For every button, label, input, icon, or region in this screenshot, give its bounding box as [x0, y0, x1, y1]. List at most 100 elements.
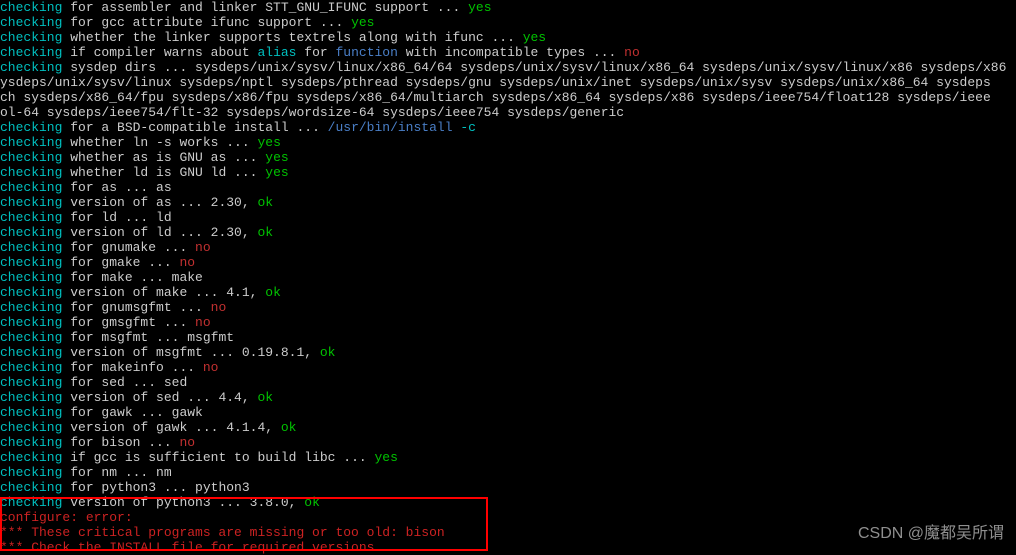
terminal-segment: version of sed ... 4.4, [62, 390, 257, 405]
terminal-segment: no [203, 360, 219, 375]
terminal-segment: checking [0, 135, 62, 150]
terminal-line: checking version of sed ... 4.4, ok [0, 390, 1016, 405]
terminal-segment: whether as is GNU as ... [62, 150, 265, 165]
terminal-output: checking for assembler and linker STT_GN… [0, 0, 1016, 555]
terminal-segment: checking [0, 300, 62, 315]
terminal-segment: for assembler and linker STT_GNU_IFUNC s… [62, 0, 468, 15]
terminal-segment: yes [523, 30, 546, 45]
terminal-line: ol-64 sysdeps/ieee754/flt-32 sysdeps/wor… [0, 105, 1016, 120]
terminal-segment: for gcc attribute ifunc support ... [62, 15, 351, 30]
terminal-segment: version of make ... 4.1, [62, 285, 265, 300]
terminal-segment: checking [0, 435, 62, 450]
terminal-line: checking for as ... as [0, 180, 1016, 195]
terminal-segment: checking [0, 495, 62, 510]
terminal-segment: for nm ... nm [62, 465, 171, 480]
terminal-line: checking for makeinfo ... no [0, 360, 1016, 375]
terminal-segment: version of python3 ... 3.8.0, [62, 495, 304, 510]
terminal-segment: whether ln -s works ... [62, 135, 257, 150]
terminal-segment: version of ld ... 2.30, [62, 225, 257, 240]
terminal-line: checking for msgfmt ... msgfmt [0, 330, 1016, 345]
terminal-segment: checking [0, 390, 62, 405]
terminal-line: checking for gnumsgfmt ... no [0, 300, 1016, 315]
terminal-segment: checking [0, 450, 62, 465]
terminal-segment: checking [0, 15, 62, 30]
terminal-segment: no [179, 435, 195, 450]
terminal-line: checking for python3 ... python3 [0, 480, 1016, 495]
terminal-segment: *** Check the INSTALL file for required … [0, 540, 382, 555]
terminal-segment: configure: error: [0, 510, 133, 525]
terminal-line: checking for assembler and linker STT_GN… [0, 0, 1016, 15]
terminal-line: checking version of as ... 2.30, ok [0, 195, 1016, 210]
terminal-segment: for gnumsgfmt ... [62, 300, 210, 315]
terminal-segment: ok [257, 390, 273, 405]
terminal-segment: ok [304, 495, 320, 510]
terminal-line: checking version of make ... 4.1, ok [0, 285, 1016, 300]
terminal-segment: checking [0, 150, 62, 165]
terminal-line: *** Check the INSTALL file for required … [0, 540, 1016, 555]
terminal-segment: for gawk ... gawk [62, 405, 202, 420]
terminal-segment: checking [0, 315, 62, 330]
terminal-line: checking version of python3 ... 3.8.0, o… [0, 495, 1016, 510]
terminal-segment: yes [468, 0, 491, 15]
terminal-segment: *** These critical programs are missing … [0, 525, 445, 540]
terminal-segment: for sed ... sed [62, 375, 187, 390]
terminal-segment: checking [0, 210, 62, 225]
terminal-segment: ok [320, 345, 336, 360]
terminal-segment: checking [0, 240, 62, 255]
terminal-segment: checking [0, 120, 62, 135]
terminal-line: checking whether ld is GNU ld ... yes [0, 165, 1016, 180]
terminal-segment: yes [257, 135, 280, 150]
terminal-segment: /usr/bin/install [328, 120, 453, 135]
terminal-segment: checking [0, 405, 62, 420]
terminal-segment: for gnumake ... [62, 240, 195, 255]
terminal-segment: no [195, 315, 211, 330]
terminal-segment: whether ld is GNU ld ... [62, 165, 265, 180]
terminal-segment: for ld ... ld [62, 210, 171, 225]
terminal-segment: checking [0, 45, 62, 60]
terminal-line: checking for ld ... ld [0, 210, 1016, 225]
terminal-segment: yes [265, 165, 288, 180]
terminal-line: ch sysdeps/x86_64/fpu sysdeps/x86/fpu sy… [0, 90, 1016, 105]
terminal-segment: no [211, 300, 227, 315]
terminal-segment: version of msgfmt ... 0.19.8.1, [62, 345, 319, 360]
terminal-segment: checking [0, 255, 62, 270]
terminal-line: *** These critical programs are missing … [0, 525, 1016, 540]
terminal-segment: whether the linker supports textrels alo… [62, 30, 522, 45]
terminal-line: checking for make ... make [0, 270, 1016, 285]
terminal-segment: checking [0, 360, 62, 375]
terminal-line: checking for sed ... sed [0, 375, 1016, 390]
terminal-line: ysdeps/unix/sysv/linux sysdeps/nptl sysd… [0, 75, 1016, 90]
terminal-line: checking whether the linker supports tex… [0, 30, 1016, 45]
terminal-segment: if compiler warns about [62, 45, 257, 60]
terminal-line: checking version of ld ... 2.30, ok [0, 225, 1016, 240]
terminal-segment: checking [0, 225, 62, 240]
terminal-segment: function [336, 45, 398, 60]
terminal-segment: for makeinfo ... [62, 360, 202, 375]
terminal-segment: ysdeps/unix/sysv/linux sysdeps/nptl sysd… [0, 75, 991, 90]
terminal-segment: checking [0, 480, 62, 495]
terminal-segment: for python3 ... python3 [62, 480, 249, 495]
terminal-segment: checking [0, 330, 62, 345]
terminal-segment: alias [257, 45, 296, 60]
terminal-segment: version of gawk ... 4.1.4, [62, 420, 280, 435]
terminal-line: checking for gnumake ... no [0, 240, 1016, 255]
terminal-line: checking version of msgfmt ... 0.19.8.1,… [0, 345, 1016, 360]
terminal-segment: checking [0, 60, 62, 75]
terminal-segment: checking [0, 420, 62, 435]
terminal-segment: ok [257, 195, 273, 210]
terminal-line: checking sysdep dirs ... sysdeps/unix/sy… [0, 60, 1016, 75]
terminal-segment: yes [374, 450, 397, 465]
terminal-segment: with incompatible types ... [398, 45, 624, 60]
terminal-segment: ok [257, 225, 273, 240]
terminal-segment: for as ... as [62, 180, 171, 195]
terminal-line: checking for gcc attribute ifunc support… [0, 15, 1016, 30]
terminal-line: checking whether as is GNU as ... yes [0, 150, 1016, 165]
terminal-segment: -c [460, 120, 476, 135]
terminal-line: checking if gcc is sufficient to build l… [0, 450, 1016, 465]
terminal-line: checking for nm ... nm [0, 465, 1016, 480]
terminal-segment: for [296, 45, 335, 60]
terminal-segment: checking [0, 165, 62, 180]
terminal-line: checking version of gawk ... 4.1.4, ok [0, 420, 1016, 435]
terminal-segment: checking [0, 195, 62, 210]
terminal-segment: for bison ... [62, 435, 179, 450]
